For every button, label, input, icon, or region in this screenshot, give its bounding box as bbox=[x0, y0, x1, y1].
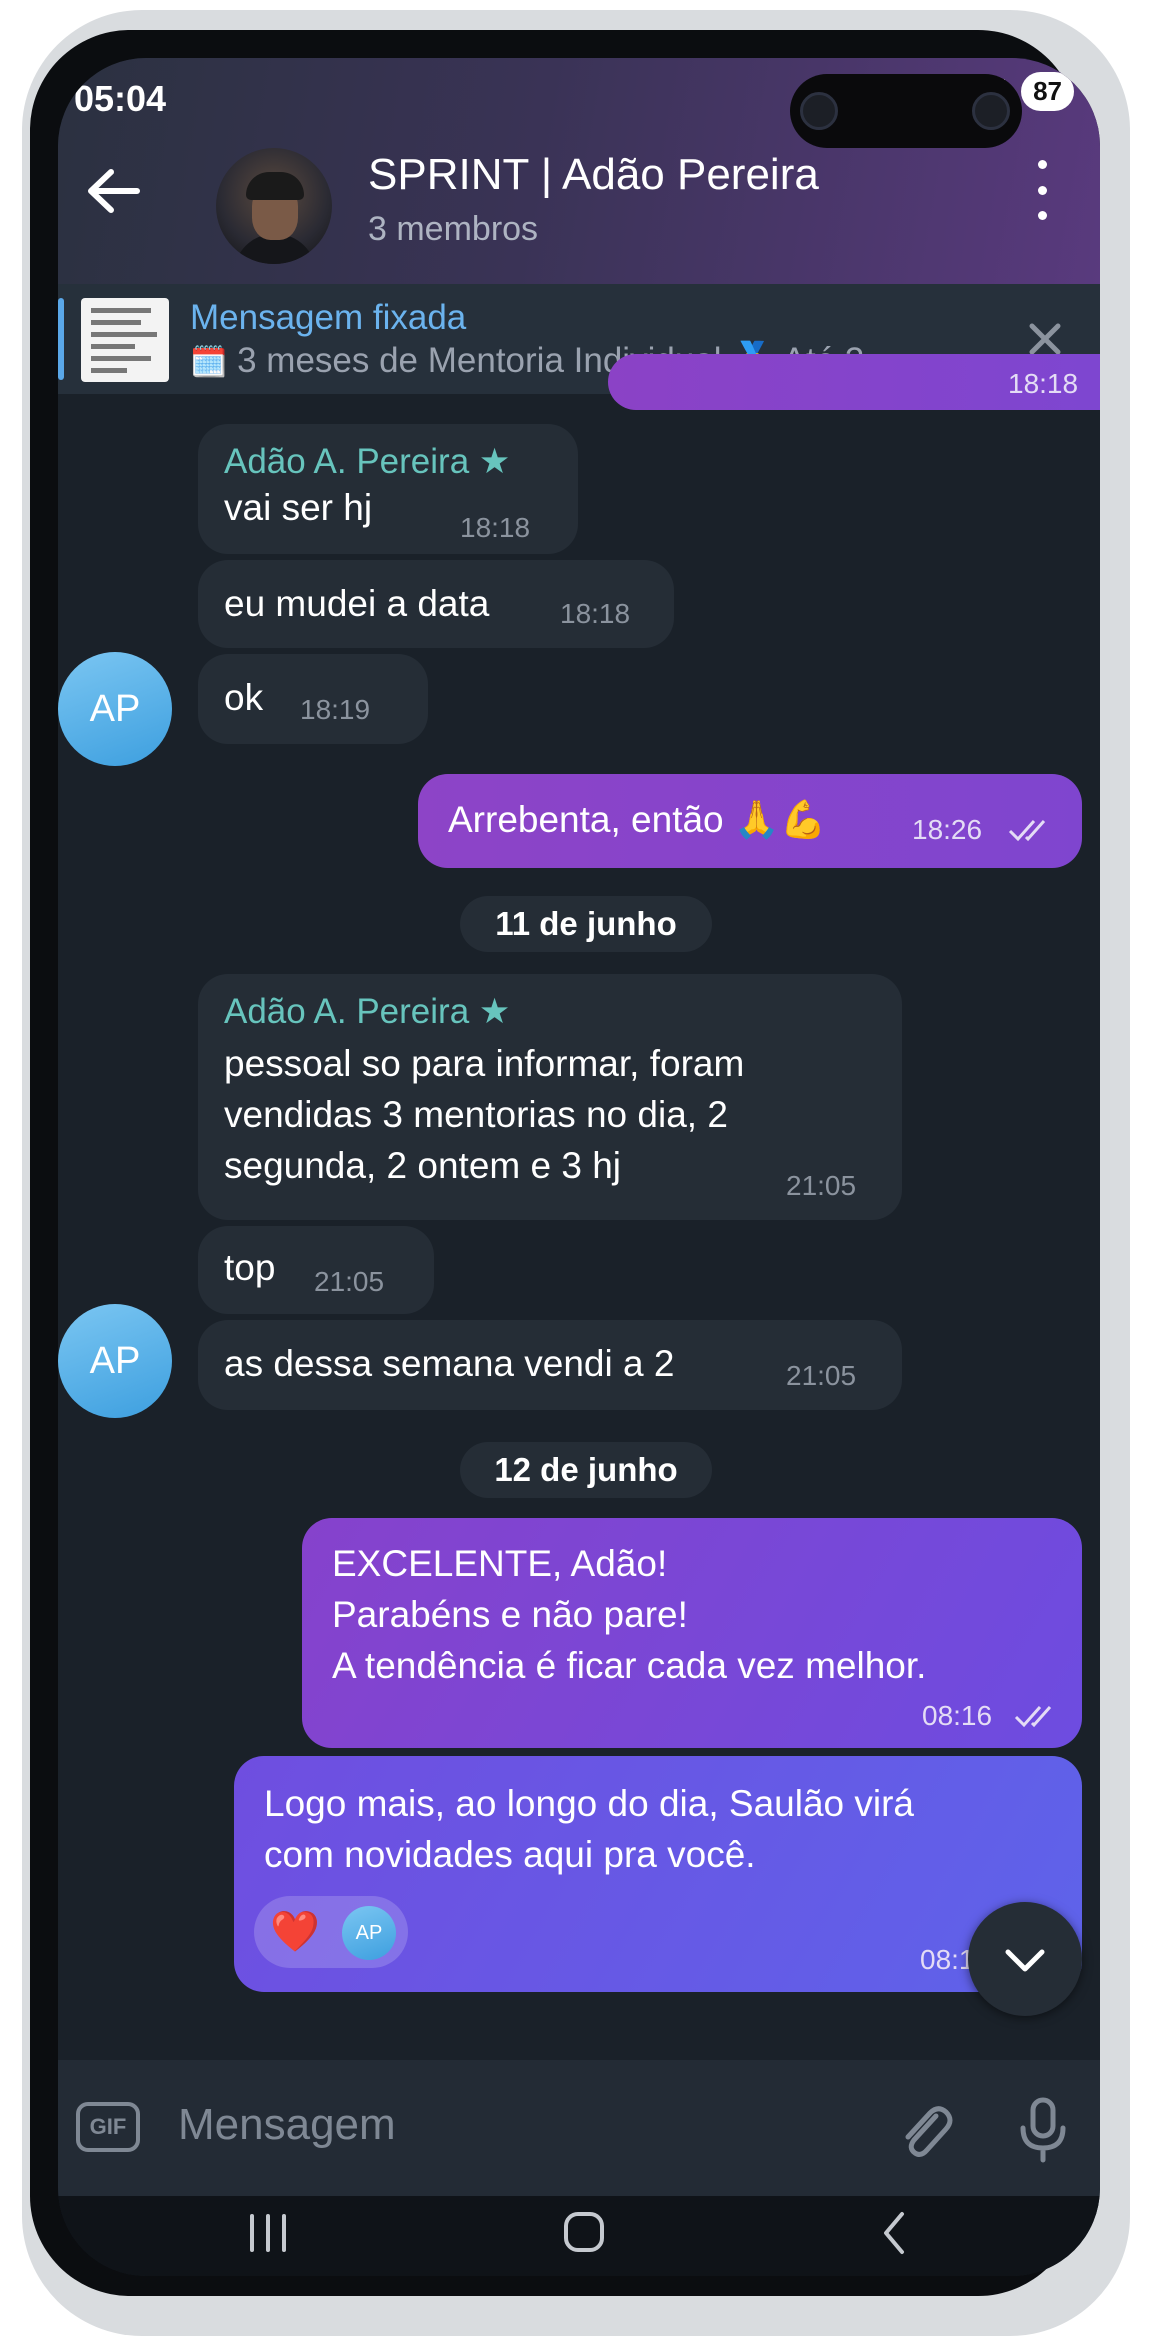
message-input[interactable]: Mensagem bbox=[178, 2100, 396, 2150]
message-time: 18:19 bbox=[300, 694, 371, 725]
member-count: 3 membros bbox=[368, 210, 539, 248]
message-text: Arrebenta, então 🙏💪 bbox=[448, 799, 827, 840]
android-nav-bar bbox=[58, 2196, 1100, 2276]
camera-cutout bbox=[790, 74, 1022, 148]
message-time: 18:18 bbox=[560, 598, 631, 629]
message-time: 21:05 bbox=[786, 1360, 857, 1391]
chat-title[interactable]: SPRINT | Adão Pereira bbox=[368, 150, 819, 200]
message-bubble-incoming[interactable]: ok 18:19 bbox=[198, 654, 428, 744]
message-time: 18:26 bbox=[912, 814, 983, 845]
message-time: 18:18 bbox=[460, 512, 531, 543]
sender-avatar[interactable]: AP bbox=[58, 1304, 172, 1418]
pinned-thumbnail bbox=[81, 298, 169, 382]
avatar-cap bbox=[246, 172, 304, 200]
message-time: 08:16 bbox=[922, 1700, 993, 1731]
reactor-avatar: AP bbox=[342, 1906, 396, 1960]
reaction-chip[interactable]: ❤️ AP bbox=[254, 1896, 408, 1968]
message-composer: GIF Mensagem bbox=[58, 2060, 1100, 2196]
sender-name: Adão A. Pereira ★ bbox=[224, 442, 511, 481]
message-text-line: pessoal so para informar, foram bbox=[224, 1043, 745, 1084]
message-bubble-outgoing[interactable]: Arrebenta, então 🙏💪 18:26 bbox=[418, 774, 1082, 868]
sender-avatar[interactable]: AP bbox=[58, 652, 172, 766]
message-bubble-outgoing[interactable]: Logo mais, ao longo do dia, Saulão virá … bbox=[234, 1756, 1082, 1992]
message-text-line: vendidas 3 mentorias no dia, 2 bbox=[224, 1094, 728, 1135]
nav-back-icon[interactable] bbox=[866, 2208, 926, 2258]
read-checkmarks-icon bbox=[1014, 1706, 1052, 1728]
chevron-down-icon bbox=[1005, 1949, 1045, 1972]
message-bubble-outgoing[interactable]: 18:18 bbox=[608, 354, 1100, 410]
status-time: 05:04 bbox=[74, 78, 167, 119]
message-time: 18:18 bbox=[1008, 368, 1079, 399]
message-bubble-incoming[interactable]: Adão A. Pereira ★ pessoal so para inform… bbox=[198, 974, 902, 1220]
sender-name: Adão A. Pereira ★ bbox=[224, 992, 511, 1031]
pinned-label: Mensagem fixada bbox=[190, 298, 467, 337]
recent-apps-icon[interactable] bbox=[238, 2208, 298, 2258]
message-text-line: com novidades aqui pra você. bbox=[264, 1834, 756, 1875]
heart-icon: ❤️ bbox=[270, 1910, 320, 1954]
battery-indicator: 87 bbox=[1021, 72, 1074, 111]
gif-icon[interactable]: GIF bbox=[76, 2102, 140, 2152]
star-icon: ★ bbox=[478, 992, 511, 1031]
star-icon: ★ bbox=[478, 442, 511, 481]
more-menu-icon[interactable] bbox=[1032, 160, 1052, 220]
message-bubble-incoming[interactable]: eu mudei a data 18:18 bbox=[198, 560, 674, 648]
read-checkmarks-icon bbox=[1008, 820, 1046, 842]
chat-header: 05:04 87 SPRINT | Adão Pereira 3 membros bbox=[58, 58, 1100, 394]
message-time: 08:1 bbox=[920, 1944, 975, 1975]
message-text-line: Parabéns e não pare! bbox=[332, 1594, 688, 1635]
home-icon[interactable] bbox=[554, 2208, 614, 2258]
message-time: 21:05 bbox=[786, 1170, 857, 1201]
attachment-icon[interactable] bbox=[890, 2096, 960, 2166]
message-bubble-incoming[interactable]: top 21:05 bbox=[198, 1226, 434, 1314]
telegram-screen: 05:04 87 SPRINT | Adão Pereira 3 membros bbox=[58, 58, 1100, 2276]
date-separator: 11 de junho bbox=[460, 896, 712, 952]
message-text-line: EXCELENTE, Adão! bbox=[332, 1543, 668, 1584]
scroll-down-button[interactable] bbox=[968, 1902, 1082, 2016]
message-bubble-incoming[interactable]: as dessa semana vendi a 2 21:05 bbox=[198, 1320, 902, 1410]
back-arrow-icon[interactable] bbox=[78, 156, 148, 226]
group-avatar[interactable] bbox=[216, 148, 332, 264]
pinned-indicator bbox=[58, 298, 64, 380]
message-time: 21:05 bbox=[314, 1266, 385, 1297]
message-list[interactable]: 18:18 Adão A. Pereira ★ vai ser hj 18:18… bbox=[58, 354, 1100, 2060]
message-text-line: Logo mais, ao longo do dia, Saulão virá bbox=[264, 1783, 914, 1824]
message-bubble-incoming[interactable]: Adão A. Pereira ★ vai ser hj 18:18 bbox=[198, 424, 578, 554]
date-separator: 12 de junho bbox=[460, 1442, 712, 1498]
message-bubble-outgoing[interactable]: EXCELENTE, Adão! Parabéns e não pare! A … bbox=[302, 1518, 1082, 1748]
microphone-icon[interactable] bbox=[1008, 2094, 1078, 2164]
camera-lens-icon bbox=[800, 92, 838, 130]
message-text-line: A tendência é ficar cada vez melhor. bbox=[332, 1645, 927, 1686]
calendar-icon: 🗓️ bbox=[190, 346, 228, 379]
camera-lens-icon bbox=[972, 92, 1010, 130]
